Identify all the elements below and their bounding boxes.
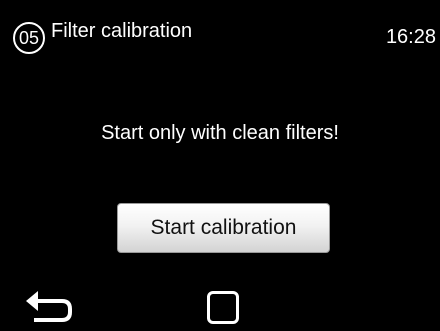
clock: 16:28 (385, 26, 436, 48)
back-button[interactable] (22, 286, 78, 326)
page-title: Filter calibration (51, 20, 193, 42)
start-calibration-button[interactable]: Start calibration (117, 203, 330, 253)
square-home-icon (207, 291, 239, 324)
instruction-message: Start only with clean filters! (101, 122, 339, 144)
calibration-screen: 05 Filter calibration 16:28 Start only w… (0, 0, 440, 331)
back-arrow-icon (26, 291, 72, 322)
header-bar: 05 Filter calibration 16:28 (0, 0, 440, 54)
step-number-badge: 05 (13, 22, 45, 54)
home-button[interactable] (203, 287, 245, 329)
